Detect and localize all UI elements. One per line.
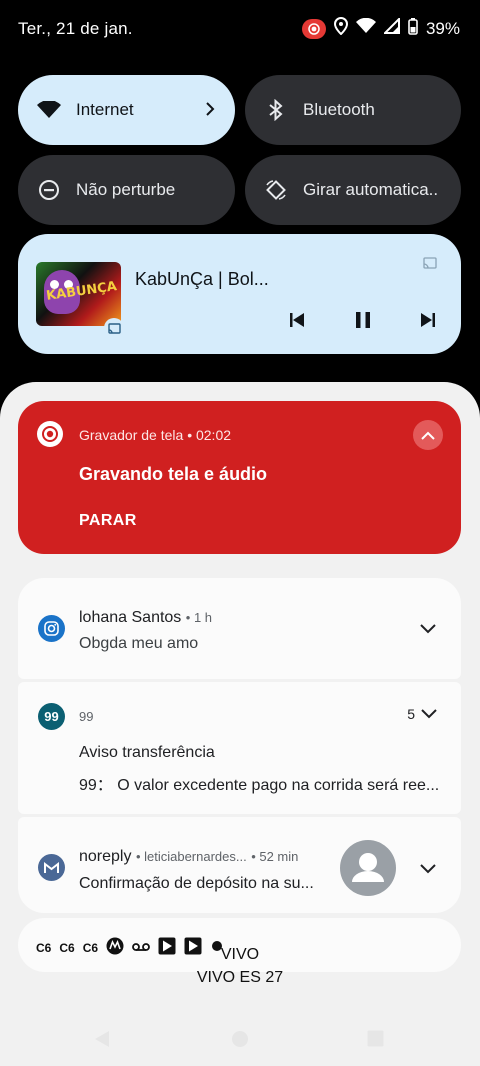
bluetooth-icon: [263, 97, 289, 123]
notification-time: 1 h: [193, 610, 213, 625]
screen-record-icon: [301, 18, 326, 39]
pause-button[interactable]: [349, 306, 377, 334]
back-button[interactable]: [94, 1030, 110, 1053]
recorder-time: 02:02: [195, 427, 232, 443]
recents-button[interactable]: [367, 1030, 384, 1052]
mail-icon: [38, 854, 65, 881]
carrier-detail: VIVO ES 27: [196, 969, 284, 986]
status-date: Ter., 21 de jan.: [18, 19, 133, 38]
app-label: 99: [79, 709, 94, 724]
home-button[interactable]: [231, 1030, 249, 1053]
wifi-status-icon: [355, 17, 376, 39]
notification-header: noreply • leticiabernardes... • 52 min: [79, 848, 299, 865]
notification-body: Obgda meu amo: [79, 635, 199, 652]
tile-bluetooth[interactable]: Bluetooth: [245, 75, 461, 145]
screen-recorder-icon: [37, 421, 63, 447]
battery-percent: 39%: [425, 18, 460, 38]
sender-name: noreply: [79, 848, 132, 865]
recorder-app-line: Gravador de tela • 02:02: [79, 427, 232, 443]
notification-mail[interactable]: noreply • leticiabernardes... • 52 min C…: [18, 817, 461, 913]
rotate-icon: [263, 177, 289, 203]
recorder-app-name: Gravador de tela: [79, 427, 184, 443]
media-thumbnail: KABUNÇA: [36, 262, 121, 326]
expand-chevron-icon: [421, 709, 437, 719]
location-icon: [333, 16, 348, 40]
status-icons: 39%: [301, 16, 460, 40]
tile-internet[interactable]: Internet: [18, 75, 235, 145]
cast-badge-icon: [104, 318, 124, 338]
notification-header: lohana Santos • 1 h: [79, 609, 213, 626]
signal-icon: [382, 16, 400, 39]
tile-label: Girar automatica..: [303, 180, 439, 199]
notification-instagram[interactable]: lohana Santos • 1 h Obgda meu amo: [18, 578, 461, 679]
cast-icon[interactable]: [423, 256, 437, 274]
notification-99[interactable]: 99 99 5 Aviso transferência 99： O valor …: [18, 682, 461, 814]
tile-auto-rotate[interactable]: Girar automatica..: [245, 155, 461, 225]
notification-title: Aviso transferência: [79, 744, 215, 761]
media-player-card[interactable]: KABUNÇA KabUnÇa | Bol...: [18, 234, 461, 354]
wifi-icon: [36, 97, 62, 123]
group-expand-button[interactable]: 5: [407, 706, 437, 722]
group-count: 5: [407, 706, 415, 722]
instagram-icon: [38, 615, 65, 642]
collapse-button[interactable]: [413, 420, 443, 450]
expand-chevron-icon[interactable]: [413, 854, 443, 884]
notification-time: 52 min: [259, 849, 299, 864]
screen-recorder-notification[interactable]: Gravador de tela • 02:02 Gravando tela e…: [18, 401, 461, 554]
next-track-button[interactable]: [414, 306, 442, 334]
sender-name: lohana Santos: [79, 609, 182, 626]
tile-label: Não perturbe: [76, 180, 176, 199]
avatar: [340, 840, 396, 896]
stop-recording-button[interactable]: PARAR: [79, 512, 137, 530]
tile-label: Bluetooth: [303, 100, 375, 119]
notification-body: Confirmação de depósito na su...: [79, 875, 314, 892]
chevron-right-icon: [205, 99, 215, 122]
tile-label: Internet: [76, 100, 134, 119]
battery-icon: [408, 17, 418, 40]
previous-track-button[interactable]: [283, 306, 311, 334]
account-name: leticiabernardes...: [144, 849, 247, 864]
media-title: KabUnÇa | Bol...: [135, 269, 269, 289]
expand-chevron-icon[interactable]: [413, 614, 443, 644]
dnd-icon: [36, 177, 62, 203]
notification-body: 99： O valor excedente pago na corrida se…: [79, 777, 440, 794]
status-bar: Ter., 21 de jan. 39%: [0, 0, 480, 60]
recorder-title: Gravando tela e áudio: [79, 464, 268, 484]
99-icon: 99: [38, 703, 65, 730]
tile-dnd[interactable]: Não perturbe: [18, 155, 235, 225]
navigation-bar: [0, 1020, 480, 1066]
carrier-name: VIVO: [220, 946, 260, 963]
